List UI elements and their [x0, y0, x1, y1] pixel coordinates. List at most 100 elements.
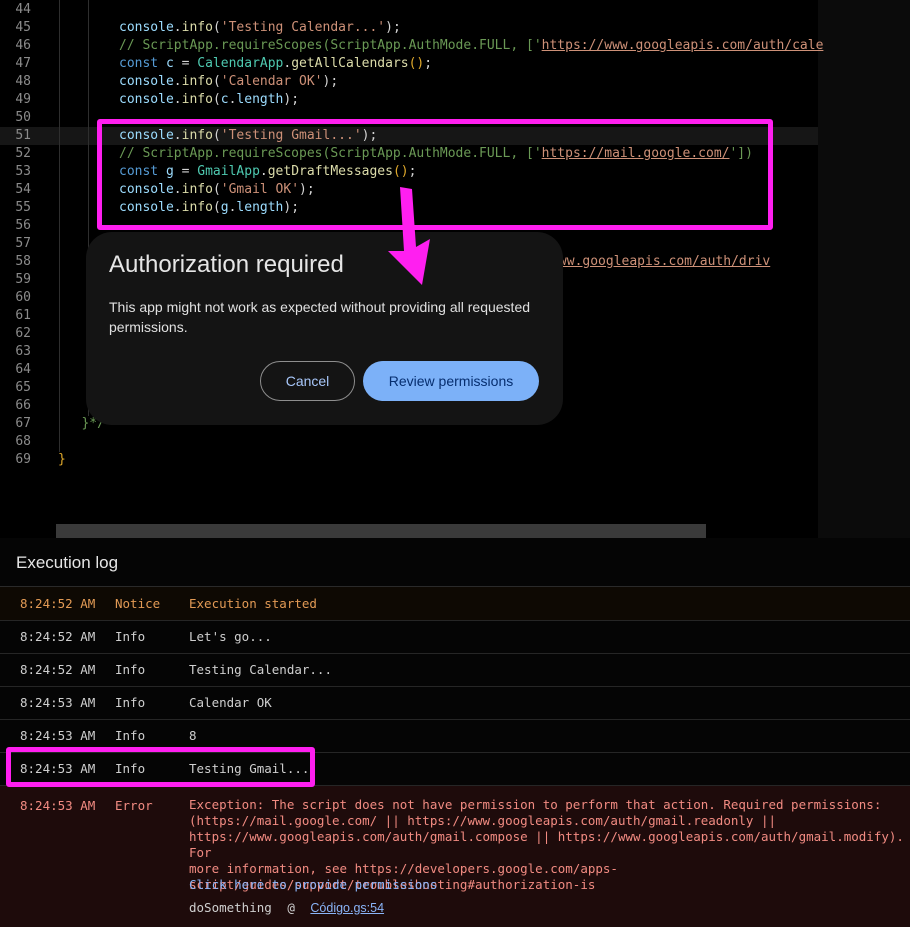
code-token: ; [424, 56, 433, 71]
log-level: Info [115, 728, 146, 743]
line-number: 55 [15, 200, 31, 215]
code-token: } [58, 452, 66, 467]
line-number: 62 [15, 326, 31, 341]
code-token: // ScriptApp.requireScopes(ScriptApp.Aut… [119, 38, 542, 53]
code-line[interactable]: 46 // ScriptApp.requireScopes(ScriptApp.A… [0, 37, 823, 55]
code-token: c [165, 56, 174, 71]
code-token: const [119, 56, 166, 71]
code-token: https://www.googleapis.com/auth/cale [541, 38, 824, 53]
log-level: Info [115, 695, 146, 710]
code-token: info [181, 74, 213, 89]
code-line[interactable]: 49 console.info(c.length); [0, 91, 818, 109]
execution-log-header: Execution log [0, 538, 910, 587]
line-number: 67 [15, 416, 31, 431]
line-number: 64 [15, 362, 31, 377]
code-text: } [58, 451, 66, 469]
line-number: 66 [15, 398, 31, 413]
log-row-error: 8:24:53 AM Error Exception: The script d… [0, 786, 910, 927]
code-token: 'Calendar OK' [220, 74, 323, 89]
code-text: // ScriptApp.requireScopes(ScriptApp.Aut… [119, 37, 823, 55]
code-token: info [181, 20, 213, 35]
log-time: 8:24:53 AM [20, 728, 96, 743]
log-highlight-box [6, 747, 315, 787]
log-row: 8:24:53 AM Info Calendar OK [0, 686, 910, 720]
code-line[interactable]: 47 const c = CalendarApp.getAllCalendars(… [0, 55, 818, 73]
trace-location-link[interactable]: Código.gs:54 [310, 901, 384, 915]
trace-function: doSomething [189, 900, 272, 915]
line-number: 69 [15, 452, 31, 467]
line-number: 46 [15, 38, 31, 53]
code-token: ); [322, 74, 339, 89]
line-number: 47 [15, 56, 31, 71]
code-token: console [119, 74, 174, 89]
log-level: Error [115, 798, 153, 813]
code-token: . [173, 92, 182, 107]
dialog-message: This app might not work as expected with… [109, 299, 531, 335]
code-text: console.info('Testing Calendar...'); [119, 19, 401, 37]
log-message: Let's go... [189, 629, 272, 644]
code-token: length [236, 92, 284, 107]
log-time: 8:24:52 AM [20, 662, 96, 677]
line-number: 51 [15, 128, 31, 143]
stack-trace: doSomething @ Código.gs:54 [189, 900, 384, 915]
log-message: 8 [189, 728, 197, 743]
execution-log-panel: Execution log 8:24:52 AM Notice Execution … [0, 538, 910, 927]
log-level: Info [115, 662, 146, 677]
dialog-title: Authorization required [109, 251, 344, 278]
code-text: const c = CalendarApp.getAllCalendars(); [119, 55, 432, 73]
code-token: c [220, 92, 229, 107]
execution-log-title: Execution log [16, 553, 119, 572]
code-line[interactable]: 45 console.info('Testing Calendar...'); [0, 19, 818, 37]
code-line[interactable]: 68 [0, 433, 818, 451]
code-token: console [119, 20, 174, 35]
line-number: 63 [15, 344, 31, 359]
line-number: 44 [15, 2, 31, 17]
indent-guide [59, 0, 60, 452]
code-token: ( [212, 20, 221, 35]
code-line[interactable]: 69} [0, 451, 818, 469]
line-number: 45 [15, 20, 31, 35]
code-token: () [408, 56, 425, 71]
line-number: 54 [15, 182, 31, 197]
line-number: 53 [15, 164, 31, 179]
code-token: ( [212, 74, 221, 89]
log-time: 8:24:53 AM [20, 798, 96, 813]
line-number: 60 [15, 290, 31, 305]
cancel-button[interactable]: Cancel [260, 361, 355, 401]
code-line[interactable]: 44 [0, 1, 818, 19]
code-token: info [181, 92, 213, 107]
log-time: 8:24:52 AM [20, 629, 96, 644]
log-row: 8:24:52 AM Info Let's go... [0, 620, 910, 654]
code-token: . [173, 20, 182, 35]
provide-permissions-link[interactable]: Click here to provide permissions [189, 877, 437, 892]
arrow-down-icon [388, 187, 430, 285]
trace-at: @ [287, 900, 295, 915]
line-number: 52 [15, 146, 31, 161]
line-number: 56 [15, 218, 31, 233]
line-number: 58 [15, 254, 31, 269]
log-row: 8:24:52 AM Info Testing Calendar... [0, 653, 910, 687]
code-token: 'Testing Calendar...' [220, 20, 386, 35]
code-token: getAllCalendars [291, 56, 409, 71]
horizontal-scrollbar[interactable] [56, 524, 706, 538]
line-number: 65 [15, 380, 31, 395]
line-number: 49 [15, 92, 31, 107]
authorization-dialog: Authorization required This app might no… [86, 232, 563, 425]
log-time: 8:24:53 AM [20, 695, 96, 710]
log-message: Calendar OK [189, 695, 272, 710]
line-number: 61 [15, 308, 31, 323]
code-line[interactable]: 48 console.info('Calendar OK'); [0, 73, 818, 91]
log-row: 8:24:52 AM Notice Execution started [0, 587, 910, 621]
line-number: 68 [15, 434, 31, 449]
review-permissions-button[interactable]: Review permissions [363, 361, 539, 401]
code-token: ); [385, 20, 401, 35]
code-token: CalendarApp [197, 56, 284, 71]
line-number: 48 [15, 74, 31, 89]
code-text: console.info(c.length); [119, 91, 299, 109]
code-token: = [173, 56, 198, 71]
log-time: 8:24:52 AM [20, 596, 96, 611]
line-number: 50 [15, 110, 31, 125]
line-number: 59 [15, 272, 31, 287]
code-text: console.info('Calendar OK'); [119, 73, 338, 91]
